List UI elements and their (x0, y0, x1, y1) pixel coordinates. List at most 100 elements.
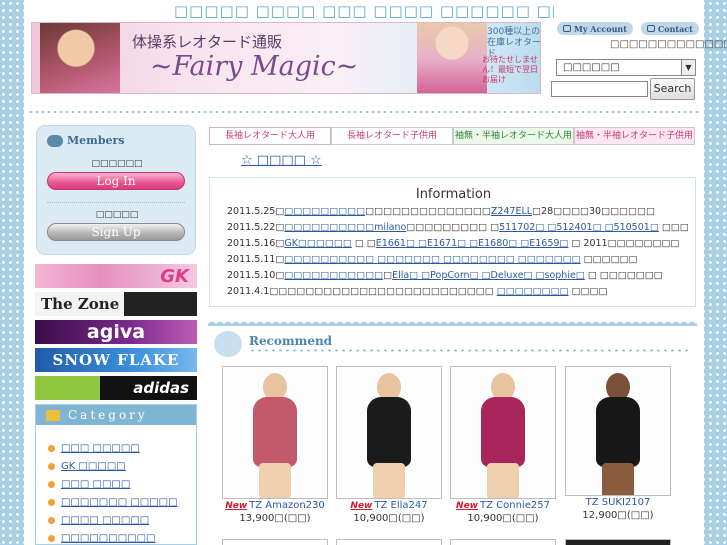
news-text: □ 2011□□□□□□□□ (568, 238, 680, 249)
recommend-dotted-rule (249, 348, 689, 353)
information-box: Information 2011.5.25□□□□□□□□□□□□□□□□□□□… (209, 177, 696, 307)
product-card[interactable]: New TZ Amazon230 13,900□(□□) (222, 366, 328, 524)
product-card[interactable]: New TZ Ella247 10,900□(□□) (336, 366, 442, 524)
login-button[interactable]: Log In (47, 172, 185, 190)
category-select[interactable]: □□□□□□ ▼ (556, 59, 696, 76)
members-icon (47, 134, 63, 147)
news-link[interactable]: □□□□□□□□□□□ (284, 270, 383, 281)
product-photo[interactable] (222, 366, 328, 499)
category-list: □□□ □□□□□ GK □□□□□ □□□ □□□□ □□□□□□□ □□□□… (36, 425, 196, 545)
category-item[interactable]: GK □□□□□ (48, 457, 196, 475)
news-date: 2011.5.22 (227, 222, 276, 233)
category-item-label: □□□□□□□□□□ (61, 532, 156, 544)
news-text: □ (383, 270, 393, 281)
category-heading: Category (36, 405, 196, 425)
product-card-next[interactable] (450, 539, 556, 545)
search-input[interactable] (551, 81, 648, 97)
chevron-down-icon[interactable]: ▼ (681, 60, 695, 75)
brand-banner-the-zone[interactable]: The Zone (35, 292, 197, 316)
category-item-label: □□□ □□□□ (61, 478, 131, 490)
product-tabs: 長袖レオタード大人用 長袖レオタード子供用 袖無・半袖レオタード大人用 袖無・半… (209, 127, 695, 145)
product-name[interactable]: New TZ Connie257 (450, 500, 556, 511)
product-name[interactable]: TZ SUKI2107 (565, 497, 671, 508)
product-name-text: TZ Connie257 (480, 500, 550, 511)
top-links: My Account Contact (557, 22, 699, 35)
news-text: □ □□□□□□□ (584, 270, 663, 281)
product-name[interactable]: New TZ Amazon230 (222, 500, 328, 511)
category-item[interactable]: □□□ □□□□ (48, 475, 196, 493)
tab-long-sleeve-adult[interactable]: 長袖レオタード大人用 (209, 127, 331, 145)
product-name-text: TZ Amazon230 (249, 500, 325, 511)
category-item[interactable]: □□□□ □□□□□ (48, 511, 196, 529)
category-box: Category □□□ □□□□□ GK □□□□□ □□□ □□□□ □□□… (35, 404, 197, 545)
brand-banner-agiva[interactable]: agiva (35, 320, 197, 344)
product-price: 13,900□(□□) (239, 513, 311, 524)
banner-subline: 体操系レオタード通販 (132, 33, 283, 51)
news-text: □ (275, 222, 285, 233)
category-item[interactable]: □□□□□□□ □□□□□ (48, 493, 196, 511)
search-button[interactable]: Search (650, 78, 695, 100)
news-link[interactable]: □□□□□□□□□□ □□□□□□□ □□□□□□□□ □□□□□□□ (284, 254, 580, 265)
product-card[interactable]: New TZ Connie257 10,900□(□□) (450, 366, 556, 524)
news-date: 2011.5.25 (227, 206, 276, 217)
news-link[interactable]: GK□□□□□□ (284, 238, 351, 249)
news-date: 2011.5.16 (227, 238, 276, 249)
leotard-shape (481, 397, 525, 467)
my-account-link[interactable]: My Account (557, 22, 633, 35)
category-item[interactable]: □□□ □□□□□ (48, 439, 196, 457)
product-card-next[interactable] (336, 539, 442, 545)
bullet-icon (48, 480, 55, 488)
category-item[interactable]: □□□□□□□□□□ (48, 529, 196, 545)
news-link[interactable]: □□□□□□□□□□milano (284, 222, 406, 233)
contact-link[interactable]: Contact (640, 22, 699, 35)
product-name-text: TZ Ella247 (374, 500, 428, 511)
page: □□□□□ □□□□ □□□ □□□□ □□□□□□ □□□□□□ □□□□ □… (24, 0, 727, 545)
news-text: □□□ (658, 222, 689, 233)
news-link[interactable]: □□□□□□□□ (497, 286, 569, 297)
brand-banner-adidas[interactable]: adidas (35, 376, 197, 400)
leotard-shape (367, 397, 411, 467)
news-item: 2011.5.22□□□□□□□□□□□milano□□□□□□□□□ □511… (227, 222, 689, 238)
news-text: □□□□□□□□□ □ (406, 222, 500, 233)
news-link[interactable]: □□□□□□□□□ (284, 206, 365, 217)
news-date: 2011.5.10 (227, 270, 276, 281)
featured-link[interactable]: ☆ □□□□ ☆ (241, 153, 322, 168)
members-separator (47, 202, 185, 203)
hero-banner[interactable]: 体操系レオタード通販 ~Fairy Magic~ 300種以上の在庫レオタード … (31, 22, 541, 94)
tab-long-sleeve-child[interactable]: 長袖レオタード子供用 (331, 127, 453, 145)
product-price: 10,900□(□□) (353, 513, 425, 524)
bullet-icon (48, 498, 55, 506)
news-item: 2011.5.10□□□□□□□□□□□□□Ella□ □PopCorn□ □D… (227, 270, 689, 286)
model-legs (259, 463, 291, 498)
tab-sleeveless-adult[interactable]: 袖無・半袖レオタード大人用 (453, 127, 574, 145)
news-link[interactable]: Ella□ □PopCorn□ □Deluxe□ □sophie□ (392, 270, 585, 281)
information-title: Information (415, 187, 492, 202)
product-card[interactable]: TZ SUKI2107 12,900□(□□) (565, 366, 671, 521)
product-card-next[interactable] (222, 539, 328, 545)
site-title: □□□□□ □□□□ □□□ □□□□ □□□□□□ □□□□□□ □□□□ □… (174, 2, 554, 20)
brand-banner-gk[interactable]: GK (35, 264, 197, 288)
product-price: 12,900□(□□) (582, 510, 654, 521)
leotard-shape (253, 397, 297, 467)
news-text: □□□□□□□□□□□□□□□□□□□□□□□□□ (269, 286, 497, 297)
news-list: 2011.5.25□□□□□□□□□□□□□□□□□□□□□□□□Z247ELL… (227, 206, 689, 302)
product-photo[interactable] (336, 366, 442, 499)
news-link[interactable]: Z247ELL (491, 206, 532, 217)
brand-banner-snow-flake[interactable]: SNOW FLAKE (35, 348, 197, 372)
news-text: □ (275, 206, 285, 217)
model-legs (487, 463, 519, 498)
product-photo[interactable] (565, 366, 671, 496)
news-text: □□□□ (568, 286, 608, 297)
tab-sleeveless-child[interactable]: 袖無・半袖レオタード子供用 (574, 127, 695, 145)
news-text: □28□□□□30□□□□□□ (532, 206, 655, 217)
signup-button[interactable]: Sign Up (47, 223, 185, 241)
product-name[interactable]: New TZ Ella247 (336, 500, 442, 511)
news-text: □ (275, 254, 285, 265)
product-photo[interactable] (450, 366, 556, 499)
members-box: Members □□□□□□ Log In □□□□□ Sign Up (36, 125, 196, 255)
category-item-label: GK □□□□□ (61, 460, 126, 472)
banner-shipping-note: お待たせしません！最短で翌日お届け (482, 55, 538, 84)
news-link[interactable]: E1661□ □E1671□ □E1680□ □E1659□ (376, 238, 569, 249)
product-card-next[interactable] (565, 539, 671, 545)
news-link[interactable]: 511702□ □512401□ □510501□ (499, 222, 659, 233)
